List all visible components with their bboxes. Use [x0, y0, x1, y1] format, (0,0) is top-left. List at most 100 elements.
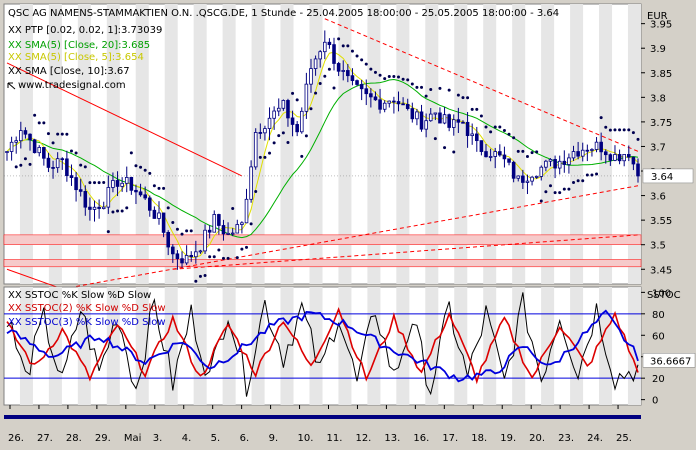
time-axis-label: 17. [442, 433, 458, 444]
candle-body [590, 149, 594, 151]
candle-body [405, 104, 410, 109]
candle-body [461, 121, 465, 124]
candle-body [92, 206, 97, 210]
candle-body [281, 100, 286, 109]
candle-body [392, 100, 396, 103]
candle-body [608, 154, 613, 161]
last-oscillator-marker: 36.6667 [642, 353, 696, 368]
source-label: www.tradesignal.com [18, 80, 126, 91]
sar-dot [341, 44, 345, 48]
sar-dot [558, 191, 562, 195]
sar-dot [608, 128, 612, 132]
sar-dot [364, 62, 368, 66]
candle-body [401, 103, 405, 106]
sar-dot [461, 96, 465, 100]
sar-dot [185, 229, 189, 233]
sar-dot [148, 171, 152, 175]
time-scroll-strip[interactable] [4, 415, 641, 419]
sar-dot [93, 181, 97, 185]
sar-dot [134, 164, 138, 168]
sar-dot [378, 73, 382, 77]
candle-body [387, 100, 392, 104]
candle-body [309, 68, 313, 85]
time-axis-label: 11. [327, 433, 343, 444]
time-axis-label: 24. [587, 433, 603, 444]
sar-dot [576, 179, 580, 183]
candle-body [502, 154, 507, 160]
oscillator-tick-label: 100 [652, 288, 671, 299]
sar-dot [286, 140, 290, 144]
price-panel[interactable]: QSC AG NAMENS-STAMMAKTIEN O.N. .QSCG.DE,… [3, 3, 642, 290]
candle-body [147, 197, 152, 211]
sar-dot [221, 256, 225, 260]
candle-body [28, 133, 32, 141]
candle-body [304, 83, 309, 112]
candle-body [410, 108, 415, 120]
candle-body [451, 119, 456, 128]
indicator-label-ptp: XX PTP [0.02, 0.02, 1]:3.73039 [8, 25, 162, 36]
candle-body [603, 151, 608, 156]
candle-body [539, 166, 544, 177]
time-axis-label: 10. [298, 433, 314, 444]
sar-dot [521, 149, 525, 153]
time-axis-label: 27. [37, 433, 53, 444]
session-band [454, 287, 468, 405]
candle-body [557, 160, 562, 169]
sar-dot [369, 67, 373, 71]
candle-body [171, 246, 175, 255]
sar-dot [327, 67, 331, 71]
candle-body [544, 160, 548, 168]
sar-dot [401, 77, 405, 81]
sar-dot [618, 128, 622, 132]
candle-body [184, 255, 189, 264]
candle-body [124, 177, 129, 184]
candle-body [447, 114, 451, 128]
candle-body [424, 120, 428, 130]
candle-body [498, 151, 502, 156]
sar-dot [318, 81, 322, 85]
candle-body [101, 206, 106, 209]
candle-body [263, 128, 267, 134]
sar-dot [23, 157, 27, 161]
candle-body [69, 175, 74, 178]
candle-body [212, 214, 217, 233]
oscillator-panel[interactable]: XX SSTOC %K Slow %D Slow XX SSTOC(2) %K … [3, 286, 642, 406]
candle-body [46, 157, 51, 168]
sar-dot [208, 255, 212, 259]
session-band [251, 287, 265, 405]
sar-dot [548, 184, 552, 188]
sar-dot [489, 130, 493, 134]
candle-body [465, 121, 470, 137]
candle-body [631, 156, 636, 165]
candle-body [65, 158, 69, 177]
candle-body [240, 222, 244, 225]
candle-body [507, 158, 511, 163]
candle-body [484, 151, 488, 158]
candle-body [286, 100, 290, 119]
candle-body [613, 154, 617, 161]
oscillator-label-1: XX SSTOC %K Slow %D Slow [8, 290, 151, 301]
sar-dot [516, 149, 520, 153]
sar-dot [166, 206, 170, 210]
candle-body [189, 255, 194, 258]
candle-body [364, 88, 369, 95]
sar-dot [143, 168, 147, 172]
sar-dot [42, 121, 46, 125]
sar-dot [79, 163, 83, 167]
candle-body [479, 140, 484, 152]
sar-dot [590, 173, 594, 177]
sar-dot [525, 155, 529, 159]
time-axis-label: 5. [211, 433, 221, 444]
candle-body [129, 177, 134, 191]
candle-body [627, 154, 631, 158]
candle-body [120, 182, 124, 187]
sar-dot [544, 190, 548, 194]
oscillator-label-3: XX SSTOC(3) %K Slow %D Slow [8, 317, 166, 328]
candle-body [521, 175, 525, 183]
candle-body [258, 132, 263, 134]
sar-dot [65, 132, 69, 136]
price-tick-label: 3.55 [650, 216, 672, 227]
last-price-label: 3.64 [651, 172, 673, 183]
candle-body [336, 63, 341, 72]
sar-dot [323, 74, 327, 78]
